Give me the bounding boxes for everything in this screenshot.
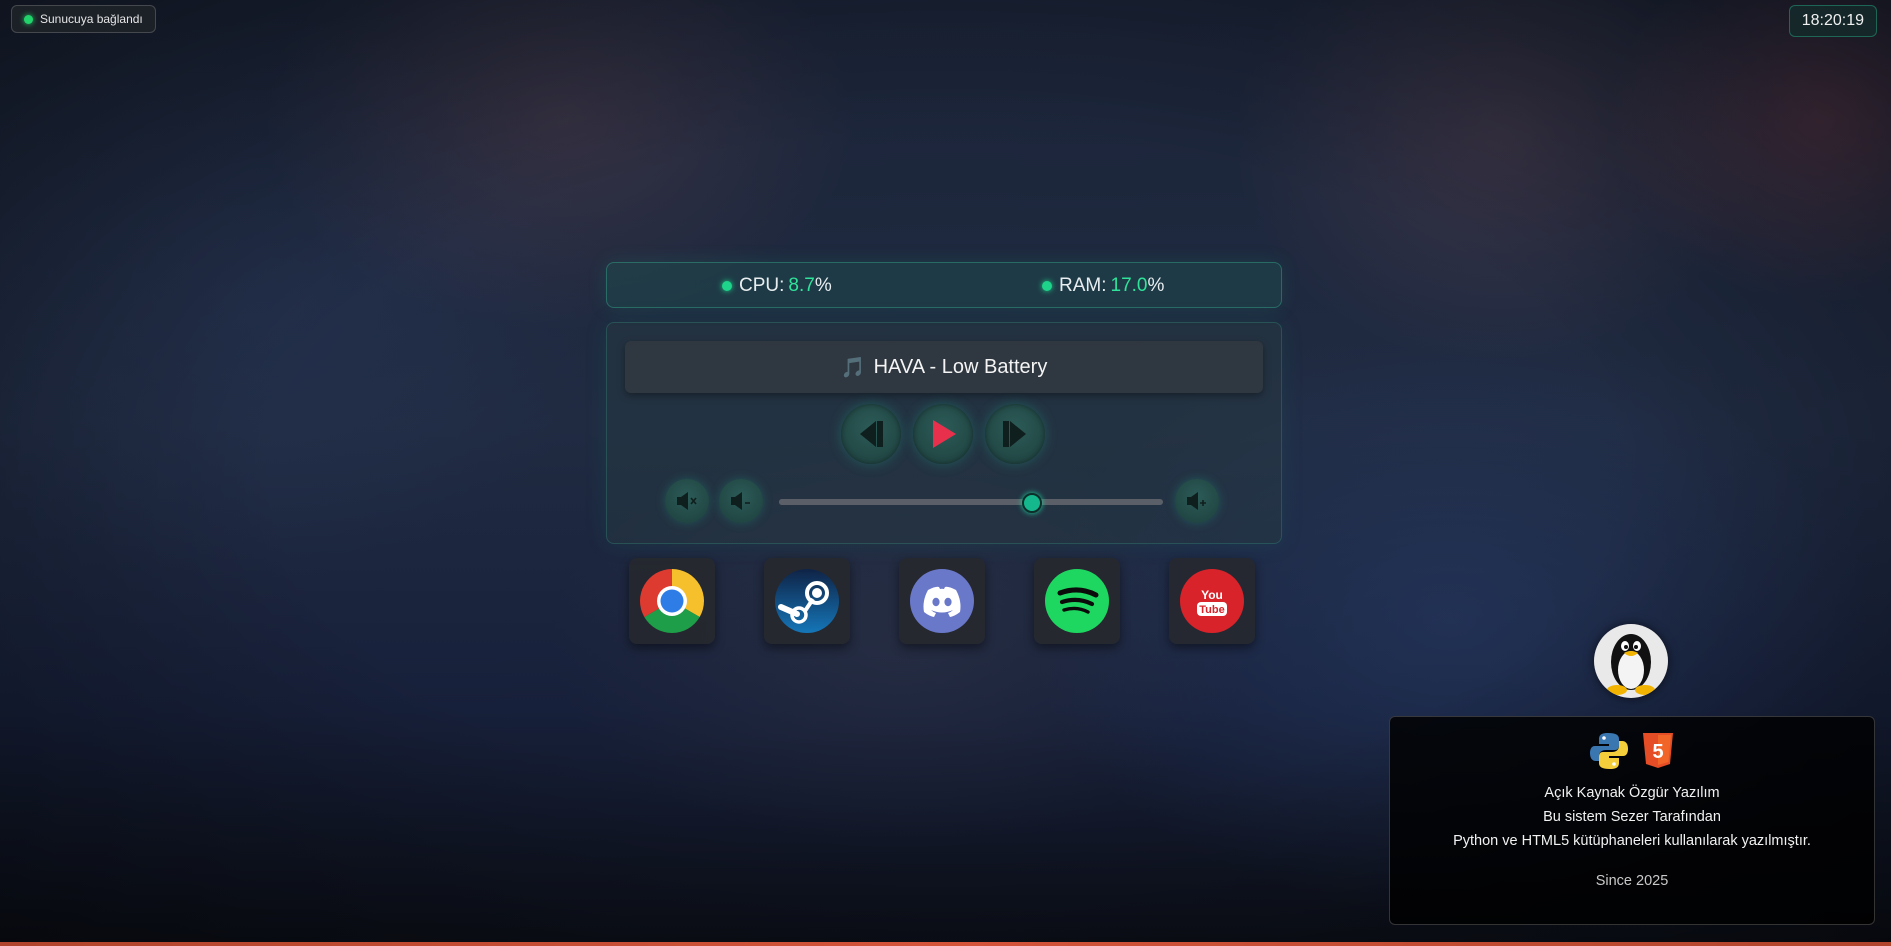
- previous-icon: [860, 421, 883, 447]
- connection-status-text: Sunucuya bağlandı: [40, 12, 143, 26]
- tech-logos: 5: [1390, 731, 1874, 771]
- youtube-icon: You Tube: [1180, 569, 1244, 633]
- track-title: HAVA - Low Battery: [873, 355, 1048, 378]
- discord-icon: [910, 569, 974, 633]
- volume-up-icon: [1187, 492, 1206, 510]
- since-text: Since 2025: [1595, 873, 1669, 889]
- ram-label: RAM:: [1059, 275, 1107, 296]
- about-panel: 5 Açık Kaynak Özgür Yazılım Bu sistem Se…: [1389, 716, 1875, 925]
- mute-button[interactable]: [665, 479, 709, 523]
- cpu-stat: CPU: 8.7%: [722, 275, 832, 297]
- discord-app-button[interactable]: [899, 558, 985, 644]
- steam-icon: [775, 569, 839, 633]
- play-icon: [933, 420, 956, 448]
- svg-text:Tube: Tube: [1199, 604, 1224, 616]
- ram-unit: %: [1147, 275, 1165, 296]
- ram-stat: RAM: 17.0%: [1042, 275, 1164, 297]
- ram-indicator-icon: [1042, 281, 1052, 291]
- chrome-app-button[interactable]: [629, 558, 715, 644]
- volume-up-button[interactable]: [1175, 479, 1219, 523]
- ram-value: 17.0: [1110, 275, 1148, 296]
- connected-indicator-icon: [24, 14, 33, 24]
- about-line-3: Python ve HTML5 kütüphaneleri kullanılar…: [1453, 833, 1811, 849]
- play-button[interactable]: [913, 404, 973, 464]
- youtube-app-button[interactable]: You Tube: [1169, 558, 1255, 644]
- volume-down-icon: [731, 492, 750, 510]
- volume-mute-icon: [677, 492, 697, 510]
- music-note-icon: 🎵: [840, 356, 866, 379]
- about-line-2: Bu sistem Sezer Tarafından: [1543, 809, 1721, 825]
- media-player: 🎵 HAVA - Low Battery: [606, 322, 1282, 544]
- bottom-accent-bar: [0, 942, 1891, 946]
- previous-track-button[interactable]: [841, 404, 901, 464]
- spotify-icon: [1045, 569, 1109, 633]
- html5-icon: 5: [1643, 733, 1673, 768]
- volume-slider-track: [779, 499, 1033, 505]
- cpu-indicator-icon: [722, 281, 732, 291]
- steam-app-button[interactable]: [764, 558, 850, 644]
- svg-text:5: 5: [1652, 741, 1663, 763]
- svg-text:You: You: [1201, 588, 1223, 602]
- cpu-unit: %: [814, 275, 832, 296]
- cpu-value: 8.7: [788, 275, 815, 296]
- spotify-app-button[interactable]: [1034, 558, 1120, 644]
- tux-avatar: [1594, 624, 1668, 698]
- cpu-label: CPU:: [739, 275, 785, 296]
- volume-slider-thumb[interactable]: [1022, 493, 1043, 513]
- python-icon: [1590, 733, 1628, 769]
- next-icon: [1003, 421, 1026, 447]
- system-stats-bar: CPU: 8.7% RAM: 17.0%: [606, 262, 1282, 308]
- about-line-1: Açık Kaynak Özgür Yazılım: [1544, 785, 1720, 801]
- tux-icon: [1607, 634, 1655, 695]
- chrome-icon: [640, 569, 704, 633]
- volume-down-button[interactable]: [719, 479, 763, 523]
- clock: 18:20:19: [1788, 5, 1877, 37]
- next-track-button[interactable]: [985, 404, 1045, 464]
- now-playing-display: 🎵 HAVA - Low Battery: [625, 341, 1263, 393]
- connection-status-badge: Sunucuya bağlandı: [11, 5, 156, 33]
- clock-time: 18:20:19: [1801, 12, 1864, 29]
- volume-slider[interactable]: [779, 493, 1163, 513]
